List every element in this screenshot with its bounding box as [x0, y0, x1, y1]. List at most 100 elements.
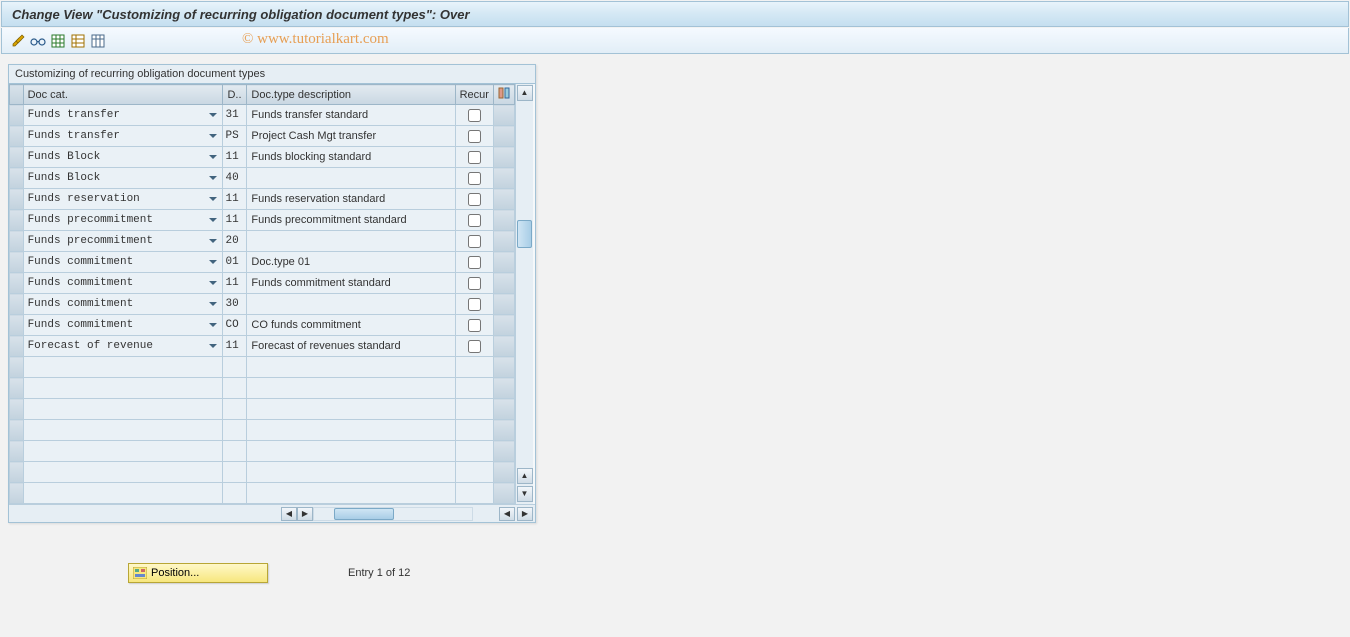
horizontal-scrollbar[interactable]: ◀ ▶ ◀ ▶: [9, 504, 535, 522]
new-entries-icon[interactable]: [50, 33, 66, 49]
table-row[interactable]: Funds precommitment11Funds precommitment…: [10, 210, 515, 231]
desc-cell[interactable]: Funds reservation standard: [247, 189, 455, 210]
recur-checkbox[interactable]: [468, 340, 481, 353]
desc-cell[interactable]: Project Cash Mgt transfer: [247, 126, 455, 147]
recur-checkbox[interactable]: [468, 214, 481, 227]
page-right-icon[interactable]: ◀: [499, 507, 515, 521]
display-glasses-icon[interactable]: [30, 33, 46, 49]
scroll-right-icon[interactable]: ▶: [517, 507, 533, 521]
dropdown-icon[interactable]: [206, 318, 220, 332]
table-row[interactable]: Funds transferPSProject Cash Mgt transfe…: [10, 126, 515, 147]
desc-cell[interactable]: Doc.type 01: [247, 252, 455, 273]
hscroll-track[interactable]: [313, 507, 473, 521]
dropdown-icon[interactable]: [206, 192, 220, 206]
recur-cell[interactable]: [455, 294, 493, 315]
col-header-recur[interactable]: Recur: [455, 85, 493, 105]
row-selector[interactable]: [10, 126, 24, 147]
row-selector[interactable]: [10, 315, 24, 336]
table-row[interactable]: Funds precommitment20: [10, 231, 515, 252]
table-row[interactable]: Funds commitment11Funds commitment stand…: [10, 273, 515, 294]
row-selector[interactable]: [10, 105, 24, 126]
dropdown-icon[interactable]: [206, 297, 220, 311]
doccat-cell[interactable]: Funds precommitment: [23, 210, 223, 231]
dcode-cell[interactable]: 30: [223, 294, 247, 315]
col-header-dcode[interactable]: D..: [223, 85, 247, 105]
dropdown-icon[interactable]: [206, 171, 220, 185]
row-selector[interactable]: [10, 273, 24, 294]
table-row[interactable]: Funds transfer31Funds transfer standard: [10, 105, 515, 126]
table-row[interactable]: Funds reservation11Funds reservation sta…: [10, 189, 515, 210]
dropdown-icon[interactable]: [206, 234, 220, 248]
doccat-cell[interactable]: Funds commitment: [23, 252, 223, 273]
row-selector[interactable]: [10, 168, 24, 189]
recur-cell[interactable]: [455, 231, 493, 252]
recur-cell[interactable]: [455, 273, 493, 294]
recur-checkbox[interactable]: [468, 319, 481, 332]
row-selector[interactable]: [10, 336, 24, 357]
dcode-cell[interactable]: PS: [223, 126, 247, 147]
table-row[interactable]: Forecast of revenue11Forecast of revenue…: [10, 336, 515, 357]
recur-checkbox[interactable]: [468, 172, 481, 185]
delete-icon[interactable]: [90, 33, 106, 49]
row-selector-header[interactable]: [10, 85, 24, 105]
doccat-cell[interactable]: Funds transfer: [23, 105, 223, 126]
vscroll-track[interactable]: [517, 120, 532, 470]
desc-cell[interactable]: [247, 294, 455, 315]
recur-cell[interactable]: [455, 189, 493, 210]
doccat-cell[interactable]: Funds reservation: [23, 189, 223, 210]
dropdown-icon[interactable]: [206, 213, 220, 227]
doccat-cell[interactable]: Funds commitment: [23, 294, 223, 315]
dcode-cell[interactable]: 11: [223, 189, 247, 210]
desc-cell[interactable]: Funds commitment standard: [247, 273, 455, 294]
vertical-scrollbar[interactable]: ▲ ▲ ▼: [515, 84, 533, 504]
dcode-cell[interactable]: 20: [223, 231, 247, 252]
doccat-cell[interactable]: Funds commitment: [23, 315, 223, 336]
table-row[interactable]: Funds Block40: [10, 168, 515, 189]
col-header-desc[interactable]: Doc.type description: [247, 85, 455, 105]
hscroll-thumb[interactable]: [334, 508, 394, 520]
recur-cell[interactable]: [455, 147, 493, 168]
recur-cell[interactable]: [455, 336, 493, 357]
position-button[interactable]: Position...: [128, 563, 268, 583]
vscroll-thumb[interactable]: [517, 220, 532, 248]
dcode-cell[interactable]: 11: [223, 210, 247, 231]
dropdown-icon[interactable]: [206, 150, 220, 164]
recur-checkbox[interactable]: [468, 298, 481, 311]
doccat-cell[interactable]: Funds transfer: [23, 126, 223, 147]
recur-checkbox[interactable]: [468, 130, 481, 143]
dcode-cell[interactable]: CO: [223, 315, 247, 336]
desc-cell[interactable]: [247, 168, 455, 189]
dcode-cell[interactable]: 11: [223, 273, 247, 294]
recur-cell[interactable]: [455, 210, 493, 231]
doccat-cell[interactable]: Forecast of revenue: [23, 336, 223, 357]
configure-columns-icon[interactable]: [493, 85, 514, 105]
row-selector[interactable]: [10, 147, 24, 168]
recur-cell[interactable]: [455, 105, 493, 126]
dcode-cell[interactable]: 01: [223, 252, 247, 273]
recur-checkbox[interactable]: [468, 193, 481, 206]
doccat-cell[interactable]: Funds Block: [23, 168, 223, 189]
dropdown-icon[interactable]: [206, 339, 220, 353]
recur-cell[interactable]: [455, 315, 493, 336]
row-selector[interactable]: [10, 231, 24, 252]
recur-checkbox[interactable]: [468, 235, 481, 248]
dcode-cell[interactable]: 11: [223, 147, 247, 168]
recur-checkbox[interactable]: [468, 151, 481, 164]
dropdown-icon[interactable]: [206, 276, 220, 290]
edit-pencils-icon[interactable]: [10, 33, 26, 49]
doccat-cell[interactable]: Funds commitment: [23, 273, 223, 294]
page-left-icon[interactable]: ▶: [297, 507, 313, 521]
scroll-up-icon[interactable]: ▲: [517, 85, 533, 101]
row-selector[interactable]: [10, 294, 24, 315]
table-row[interactable]: Funds commitment01Doc.type 01: [10, 252, 515, 273]
table-row[interactable]: Funds Block11Funds blocking standard: [10, 147, 515, 168]
row-selector[interactable]: [10, 210, 24, 231]
dropdown-icon[interactable]: [206, 108, 220, 122]
recur-checkbox[interactable]: [468, 256, 481, 269]
table-row[interactable]: Funds commitment30: [10, 294, 515, 315]
dropdown-icon[interactable]: [206, 255, 220, 269]
desc-cell[interactable]: Funds blocking standard: [247, 147, 455, 168]
row-selector[interactable]: [10, 189, 24, 210]
page-up-icon[interactable]: ▲: [517, 468, 533, 484]
desc-cell[interactable]: Forecast of revenues standard: [247, 336, 455, 357]
